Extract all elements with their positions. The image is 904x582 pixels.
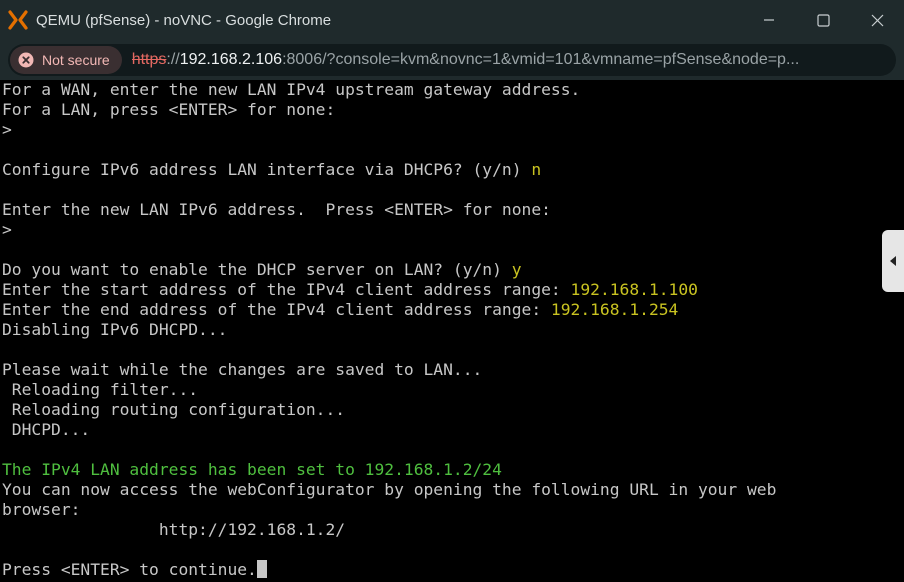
console-user-input: 192.168.1.100 xyxy=(570,280,698,299)
minimize-icon xyxy=(764,19,774,21)
console-user-input: n xyxy=(531,160,542,179)
console-line: > xyxy=(2,220,12,240)
console-line-text: You can now access the webConfigurator b… xyxy=(2,480,777,499)
console-line-text: > xyxy=(2,120,12,139)
console-line: Press <ENTER> to continue. xyxy=(2,560,267,580)
console-line: Do you want to enable the DHCP server on… xyxy=(2,260,522,280)
window-controls xyxy=(742,0,904,40)
console-line: browser: xyxy=(2,500,80,520)
caret-left-icon xyxy=(890,256,896,266)
window-title: QEMU (pfSense) - noVNC - Google Chrome xyxy=(36,11,332,29)
maximize-button[interactable] xyxy=(796,0,850,40)
vnc-console[interactable]: For a WAN, enter the new LAN IPv4 upstre… xyxy=(0,80,904,582)
console-line-text: For a LAN, press <ENTER> for none: xyxy=(2,100,336,119)
console-line: For a WAN, enter the new LAN IPv4 upstre… xyxy=(2,80,580,100)
url-host: 192.168.2.106 xyxy=(179,51,283,68)
url-separator: :// xyxy=(166,51,180,68)
address-bar: Not secure https://192.168.2.106:8006/?c… xyxy=(0,40,904,80)
title-bar[interactable]: QEMU (pfSense) - noVNC - Google Chrome xyxy=(0,0,904,40)
console-line-text: Please wait while the changes are saved … xyxy=(2,360,483,379)
console-line: > xyxy=(2,120,12,140)
console-line-text: For a WAN, enter the new LAN IPv4 upstre… xyxy=(2,80,581,99)
omnibox[interactable]: Not secure https://192.168.2.106:8006/?c… xyxy=(8,44,896,76)
console-cursor xyxy=(256,560,267,578)
console-line-text: Do you want to enable the DHCP server on… xyxy=(2,260,512,279)
security-indicator[interactable]: Not secure xyxy=(10,46,122,74)
console-line-text: browser: xyxy=(2,500,81,519)
warning-circle-icon xyxy=(18,52,34,68)
console-user-input: 192.168.1.254 xyxy=(550,300,679,319)
console-user-input: y xyxy=(511,260,522,279)
console-line-text: > xyxy=(2,220,12,239)
novnc-control-bar-handle[interactable] xyxy=(882,230,904,292)
console-line: The IPv4 LAN address has been set to 192… xyxy=(2,460,502,480)
console-line: Enter the start address of the IPv4 clie… xyxy=(2,280,698,300)
security-label: Not secure xyxy=(42,52,110,68)
console-line-text: Reloading routing configuration... xyxy=(2,400,346,419)
url-path: :8006/?console=kvm&novnc=1&vmid=101&vmna… xyxy=(282,51,800,68)
close-button[interactable] xyxy=(850,0,904,40)
console-line-text: Enter the end address of the IPv4 client… xyxy=(2,300,551,319)
console-line-text: Press <ENTER> to continue. xyxy=(2,560,257,579)
console-line: DHCPD... xyxy=(2,420,90,440)
console-line: Reloading routing configuration... xyxy=(2,400,345,420)
console-line: http://192.168.1.2/ xyxy=(2,520,345,540)
console-line: Enter the end address of the IPv4 client… xyxy=(2,300,678,320)
console-line-text: Reloading filter... xyxy=(2,380,199,399)
console-line-text: Enter the new LAN IPv6 address. Press <E… xyxy=(2,200,551,219)
console-line: Please wait while the changes are saved … xyxy=(2,360,482,380)
proxmox-icon xyxy=(8,10,28,30)
browser-window: QEMU (pfSense) - noVNC - Google Chrome N… xyxy=(0,0,904,582)
console-line-text: Enter the start address of the IPv4 clie… xyxy=(2,280,571,299)
console-line: Enter the new LAN IPv6 address. Press <E… xyxy=(2,200,551,220)
console-line-text: http://192.168.1.2/ xyxy=(2,520,346,539)
console-line: Reloading filter... xyxy=(2,380,198,400)
console-line-text: The IPv4 LAN address has been set to 192… xyxy=(2,460,502,479)
minimize-button[interactable] xyxy=(742,0,796,40)
maximize-icon xyxy=(816,13,830,27)
url-scheme: https xyxy=(131,51,167,68)
console-line-text: Configure IPv6 address LAN interface via… xyxy=(2,160,532,179)
url-text[interactable]: https://192.168.2.106:8006/?console=kvm&… xyxy=(132,51,896,69)
console-line: Disabling IPv6 DHCPD... xyxy=(2,320,227,340)
console-line-text: Disabling IPv6 DHCPD... xyxy=(2,320,228,339)
console-line: Configure IPv6 address LAN interface via… xyxy=(2,160,541,180)
console-line-text: DHCPD... xyxy=(2,420,91,439)
close-icon xyxy=(871,14,883,26)
console-line: You can now access the webConfigurator b… xyxy=(2,480,776,500)
console-line: For a LAN, press <ENTER> for none: xyxy=(2,100,335,120)
